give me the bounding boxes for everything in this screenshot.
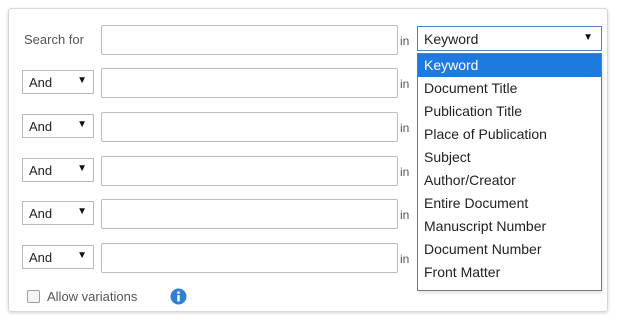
search-term-input-4[interactable]: [101, 156, 398, 186]
boolean-operator-value: And: [29, 206, 53, 221]
dropdown-option-document-title[interactable]: Document Title: [418, 77, 601, 100]
search-field-value: Keyword: [424, 31, 479, 47]
search-term-input-5[interactable]: [101, 199, 398, 229]
dropdown-option-keyword[interactable]: Keyword: [418, 54, 601, 77]
in-label: in: [400, 34, 410, 48]
search-for-label: Search for: [24, 32, 84, 47]
search-term-input-6[interactable]: [101, 243, 398, 273]
info-icon[interactable]: [170, 288, 187, 305]
dropdown-option-author-creator[interactable]: Author/Creator: [418, 169, 601, 192]
dropdown-option-entire-document[interactable]: Entire Document: [418, 192, 601, 215]
in-label: in: [400, 77, 410, 91]
dropdown-option-document-number[interactable]: Document Number: [418, 238, 601, 261]
caret-down-icon: ▼: [77, 163, 87, 174]
search-term-input-2[interactable]: [101, 68, 398, 98]
dropdown-option-publication-title[interactable]: Publication Title: [418, 100, 601, 123]
dropdown-option-manuscript-number[interactable]: Manuscript Number: [418, 215, 601, 238]
boolean-operator-value: And: [29, 75, 53, 90]
caret-down-icon: ▼: [77, 75, 87, 86]
in-label: in: [400, 165, 410, 179]
dropdown-option-place-of-publication[interactable]: Place of Publication: [418, 123, 601, 146]
in-label: in: [400, 252, 410, 266]
in-label: in: [400, 121, 410, 135]
caret-down-icon: ▼: [583, 32, 593, 43]
caret-down-icon: ▼: [77, 206, 87, 217]
boolean-operator-select[interactable]: And ▼: [22, 70, 94, 94]
boolean-operator-value: And: [29, 119, 53, 134]
allow-variations-checkbox[interactable]: [27, 290, 40, 303]
dropdown-option-front-matter[interactable]: Front Matter: [418, 261, 601, 284]
boolean-operator-select[interactable]: And ▼: [22, 158, 94, 182]
allow-variations-label[interactable]: Allow variations: [47, 289, 137, 304]
search-field-dropdown: Keyword Document Title Publication Title…: [417, 53, 602, 291]
search-term-input-3[interactable]: [101, 112, 398, 142]
boolean-operator-select[interactable]: And ▼: [22, 201, 94, 225]
caret-down-icon: ▼: [77, 119, 87, 130]
search-field-select[interactable]: Keyword ▼: [417, 26, 602, 51]
caret-down-icon: ▼: [77, 250, 87, 261]
boolean-operator-value: And: [29, 163, 53, 178]
search-term-input-1[interactable]: [101, 25, 398, 55]
in-label: in: [400, 208, 410, 222]
search-form-panel: Search for in And ▼ in And ▼ in And ▼ in…: [8, 8, 608, 312]
boolean-operator-value: And: [29, 250, 53, 265]
boolean-operator-select[interactable]: And ▼: [22, 114, 94, 138]
dropdown-option-subject[interactable]: Subject: [418, 146, 601, 169]
boolean-operator-select[interactable]: And ▼: [22, 245, 94, 269]
